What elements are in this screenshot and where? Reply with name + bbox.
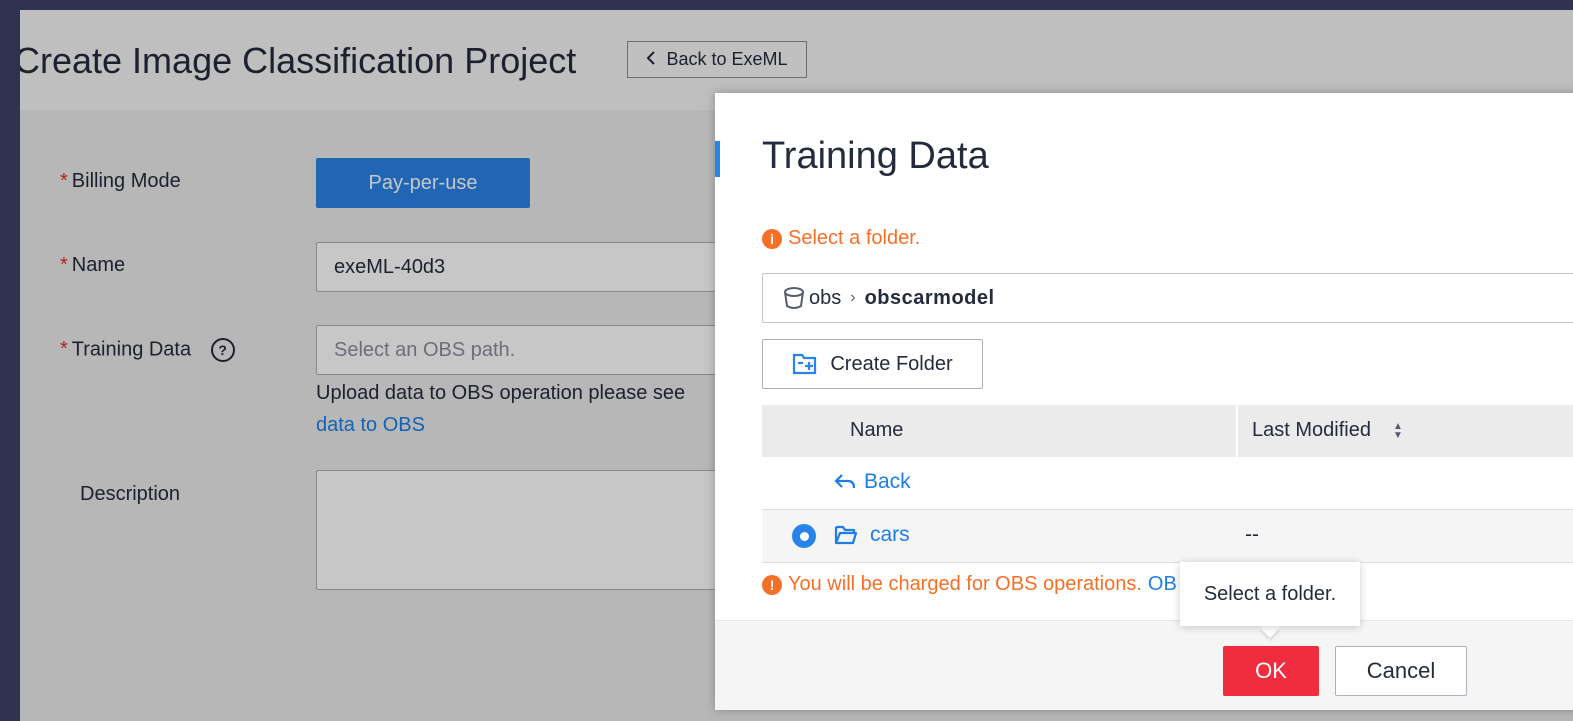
breadcrumb-current: obscarmodel [864,286,995,309]
training-data-dialog: Training Data i Select a folder. obs › o… [715,93,1573,710]
select-folder-info: i Select a folder. [762,227,920,250]
bucket-icon [783,286,805,310]
create-folder-button[interactable]: Create Folder [762,339,983,389]
folder-icon [834,524,858,546]
cancel-button[interactable]: Cancel [1335,646,1467,696]
warning-icon: ! [762,574,782,595]
back-link[interactable]: Back [834,470,911,494]
obs-pricing-link[interactable]: OB [1148,573,1177,596]
breadcrumb-root[interactable]: obs [809,287,841,310]
dialog-title: Training Data [762,135,989,177]
obs-path-breadcrumb: obs › obscarmodel [762,273,1573,323]
info-icon: i [762,228,782,249]
column-divider [1236,405,1238,457]
folder-add-icon [792,352,818,376]
table-header: Name Last Modified ▲ ▼ [762,405,1573,457]
row-radio-selected[interactable] [792,524,816,548]
last-modified-cell: -- [1245,523,1259,546]
dialog-accent-bar [715,141,720,177]
table-row-back[interactable]: Back [762,457,1573,510]
folder-table: Name Last Modified ▲ ▼ Back cars -- [762,405,1573,563]
app-frame: Create Image Classification Project Back… [20,10,1573,721]
obs-charge-warning: ! You will be charged for OBS operations… [762,573,1177,596]
table-row[interactable]: cars -- [762,510,1573,563]
undo-arrow-icon [834,473,856,491]
chevron-right-icon: › [850,289,856,306]
select-folder-tooltip: Select a folder. [1180,562,1360,626]
column-name: Name [850,419,904,441]
ok-button[interactable]: OK [1223,646,1319,696]
column-last-modified[interactable]: Last Modified ▲ ▼ [1252,419,1403,442]
sort-icon[interactable]: ▲ ▼ [1393,421,1403,440]
folder-name-cell[interactable]: cars [834,523,910,547]
